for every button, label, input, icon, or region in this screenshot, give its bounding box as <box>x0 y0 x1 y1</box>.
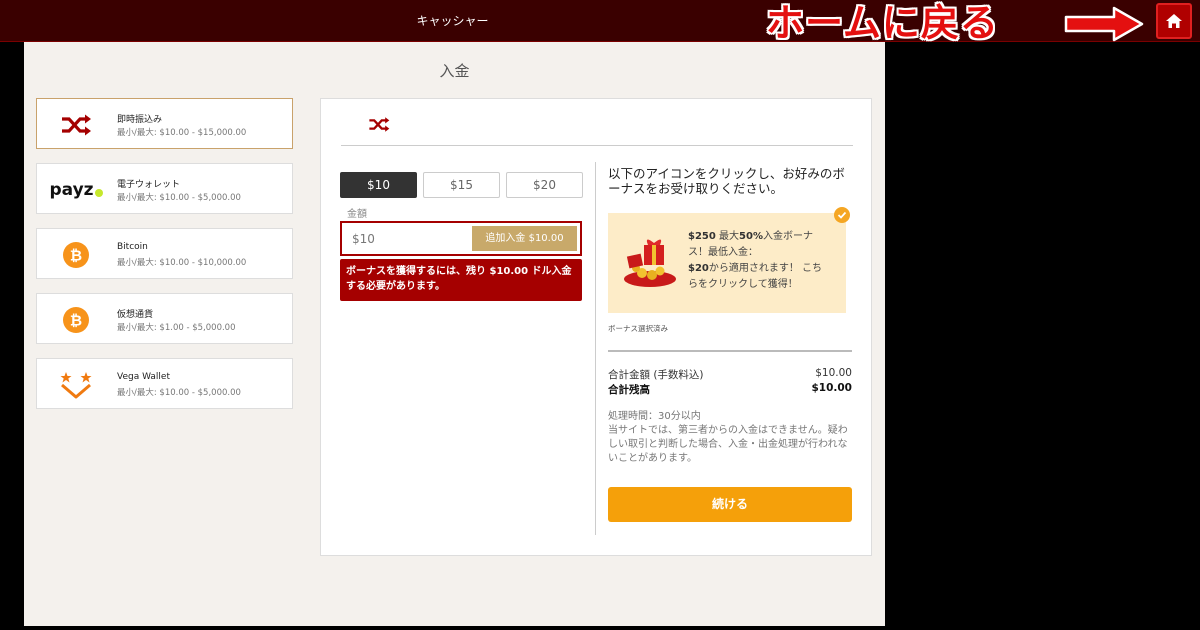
total-amount-label: 合計金額 (手数料込) <box>608 369 704 381</box>
arrow-right-icon <box>1064 6 1144 42</box>
cashier-panel: 入金 即時振込み 最小/最大: $10.00 - $15,000.00 payz… <box>24 42 885 626</box>
check-icon <box>834 207 850 223</box>
total-balance-row: 合計残高 $10.00 <box>608 382 852 397</box>
bonus-card[interactable]: $250 最大50%入金ボーナス！最低入金： $20から適用されます！ こちらを… <box>608 207 850 313</box>
amount-input[interactable]: $10 追加入金 $10.00 <box>340 221 582 256</box>
bonus-summary-column: 以下のアイコンをクリックし、お好みのボーナスをお受け取りください。 $250 最… <box>608 166 854 522</box>
svg-text:₿: ₿ <box>70 246 82 264</box>
vega-wallet-icon <box>37 359 115 410</box>
summary-divider <box>608 350 852 352</box>
method-vega-wallet[interactable]: Vega Wallet 最小/最大: $10.00 - $5,000.00 <box>36 358 293 409</box>
continue-button[interactable]: 続ける <box>608 487 852 522</box>
amount-label: 金額 <box>347 209 367 220</box>
third-party-note: 当サイトでは、第三者からの入金はできません。疑わしい取引と判断した場合、入金・出… <box>608 425 848 464</box>
total-balance-label: 合計残高 <box>608 384 650 396</box>
processing-note: 処理時間：30分以内 当サイトでは、第三者からの入金はできません。疑わしい取引と… <box>608 410 854 466</box>
total-amount-row: 合計金額 (手数料込) $10.00 <box>608 367 852 382</box>
method-range: 最小/最大: $10.00 - $5,000.00 <box>117 388 241 398</box>
column-divider <box>595 162 596 535</box>
bonus-selected-label: ボーナス選択済み <box>608 324 668 333</box>
method-name: Vega Wallet <box>117 372 170 382</box>
bonus-error-message: ボーナスを獲得するには、残り $10.00 ドル入金する必要があります。 <box>340 259 582 301</box>
bonus-intro: 以下のアイコンをクリックし、お好みのボーナスをお受け取りください。 <box>608 166 845 196</box>
bitcoin-icon: ₿ <box>37 229 115 280</box>
add-deposit-button[interactable]: 追加入金 $10.00 <box>472 226 577 251</box>
method-range: 最小/最大: $10.00 - $15,000.00 <box>117 128 247 138</box>
top-bar: キャッシャー <box>0 0 1200 42</box>
method-instant-transfer[interactable]: 即時振込み 最小/最大: $10.00 - $15,000.00 <box>36 98 293 149</box>
deposit-form: $10 $15 $20 金額 $10 追加入金 $10.00 ボーナスを獲得する… <box>320 98 872 556</box>
gift-icon <box>624 239 676 287</box>
deposit-title: 入金 <box>439 62 470 80</box>
total-amount-value: $10.00 <box>815 367 852 379</box>
shuffle-icon <box>37 99 115 150</box>
method-e-wallet[interactable]: payz 電子ウォレット 最小/最大: $10.00 - $5,000.00 <box>36 163 293 214</box>
bonus-description: $250 最大50%入金ボーナス！最低入金： $20から適用されます！ こちらを… <box>688 231 823 290</box>
svg-text:₿: ₿ <box>70 311 82 329</box>
method-crypto[interactable]: ₿ 仮想通貨 最小/最大: $1.00 - $5,000.00 <box>36 293 293 344</box>
method-name: 仮想通貨 <box>117 310 154 320</box>
amount-option-10[interactable]: $10 <box>340 172 417 198</box>
amount-value[interactable]: $10 <box>352 232 375 246</box>
total-balance-value: $10.00 <box>811 382 852 394</box>
home-button[interactable] <box>1156 3 1192 39</box>
home-icon <box>1166 14 1182 28</box>
annotation-text: ホームに戻る <box>766 1 999 45</box>
amount-option-20[interactable]: $20 <box>506 172 583 198</box>
method-range: 最小/最大: $10.00 - $10,000.00 <box>117 258 247 268</box>
bitcoin-icon: ₿ <box>37 294 115 345</box>
method-name: 即時振込み <box>117 115 163 125</box>
method-range: 最小/最大: $10.00 - $5,000.00 <box>117 193 241 203</box>
payz-logo: payz <box>37 164 115 215</box>
method-name: 電子ウォレット <box>117 180 181 190</box>
processing-time: 処理時間：30分以内 <box>608 411 701 422</box>
shuffle-icon <box>369 117 390 132</box>
method-name: Bitcoin <box>117 242 148 252</box>
method-header <box>341 111 853 146</box>
method-bitcoin[interactable]: ₿ Bitcoin 最小/最大: $10.00 - $10,000.00 <box>36 228 293 279</box>
method-range: 最小/最大: $1.00 - $5,000.00 <box>117 323 236 333</box>
amount-option-15[interactable]: $15 <box>423 172 500 198</box>
